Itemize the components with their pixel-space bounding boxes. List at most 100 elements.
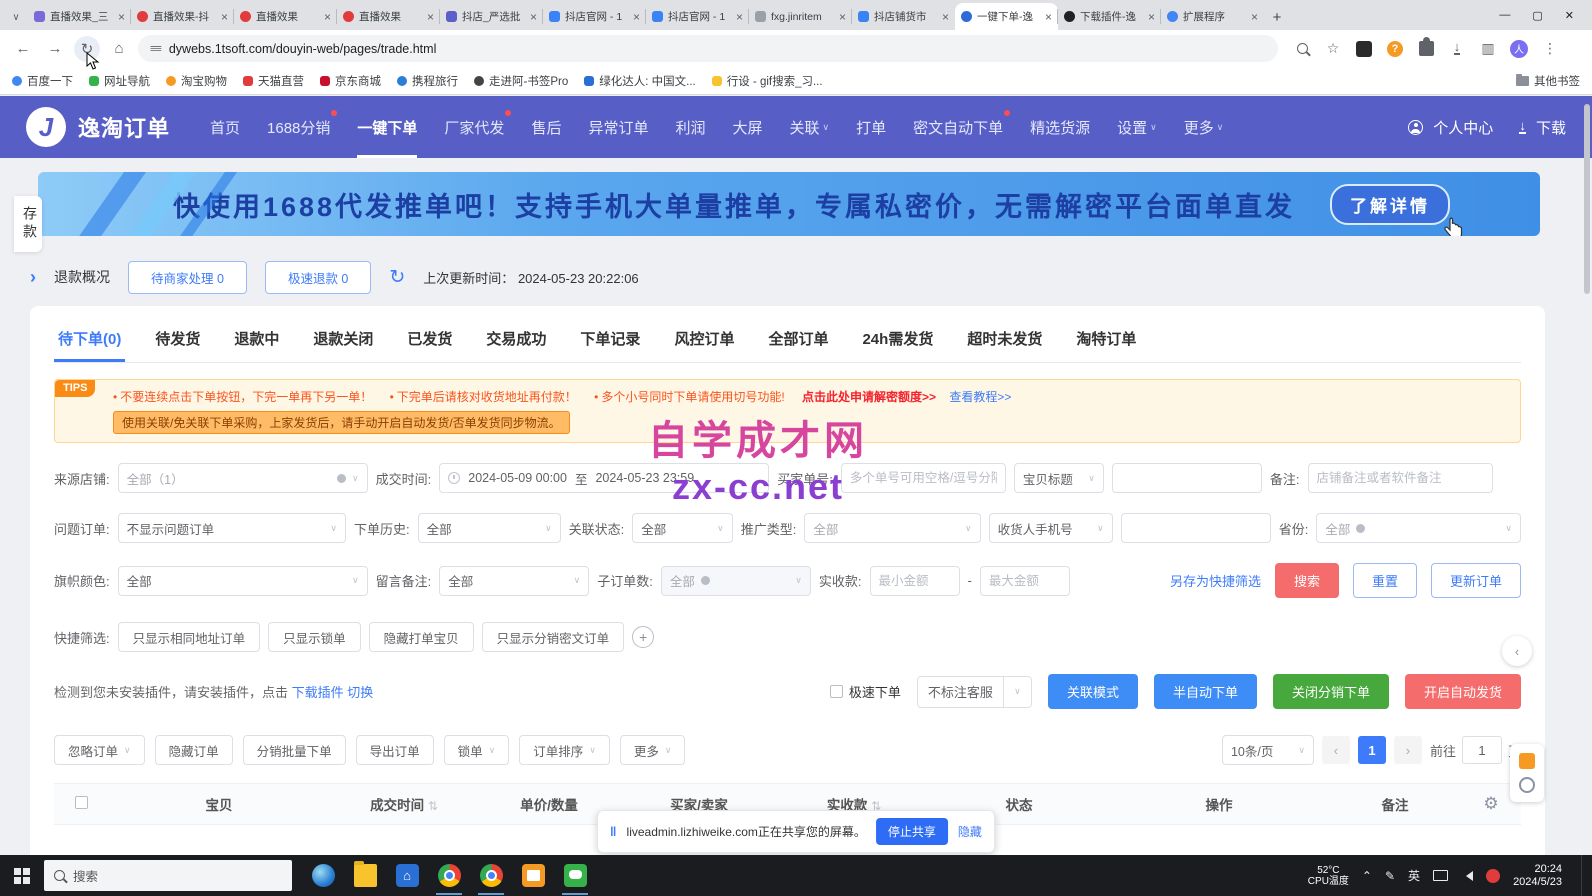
profile-avatar[interactable]: 人 <box>1509 39 1529 59</box>
taskbar-app-chrome-2[interactable] <box>470 855 512 896</box>
nav-item-bigscreen[interactable]: 大屏 <box>732 96 762 158</box>
taskbar-app-orange[interactable] <box>512 855 554 896</box>
status-tab-taote-orders[interactable]: 淘特订单 <box>1076 328 1136 362</box>
other-bookmarks-folder[interactable]: 其他书签 <box>1516 73 1580 89</box>
hide-order-button[interactable]: 隐藏订单 <box>155 735 233 765</box>
quick-filter-same-address[interactable]: 只显示相同地址订单 <box>118 622 261 652</box>
close-fenxiao-order-button[interactable]: 关闭分销下单 <box>1273 674 1389 709</box>
semi-auto-order-button[interactable]: 半自动下单 <box>1154 674 1257 709</box>
receiver-phone-input[interactable] <box>1121 513 1271 543</box>
nav-item-abnormal-orders[interactable]: 异常订单 <box>588 96 648 158</box>
expand-chevron-icon[interactable]: › <box>30 267 36 288</box>
browser-tab[interactable]: 抖店官网 - 1 × <box>646 3 749 30</box>
nav-item-1688-fenxiao[interactable]: 1688分销 <box>267 96 330 158</box>
order-sort-button[interactable]: 订单排序∨ <box>519 735 610 765</box>
tab-close-icon[interactable]: × <box>324 10 331 24</box>
browser-tab[interactable]: 直播效果-抖 × <box>131 3 234 30</box>
province-select[interactable]: 全部 ∨ <box>1316 513 1521 543</box>
hide-share-bar-link[interactable]: 隐藏 <box>958 823 982 840</box>
security-tray-icon[interactable] <box>1486 869 1500 883</box>
browser-menu-button[interactable]: ⋮ <box>1540 39 1560 59</box>
order-history-select[interactable]: 全部∨ <box>418 513 561 543</box>
tab-close-icon[interactable]: × <box>942 10 949 24</box>
amount-min-input[interactable] <box>870 566 960 596</box>
browser-tab[interactable]: 抖店铺货市 × <box>852 3 955 30</box>
status-tab-risk-orders[interactable]: 风控订单 <box>674 328 734 362</box>
bookmark-item[interactable]: 天猫直营 <box>243 73 304 89</box>
download-link[interactable]: ↓ 下载 <box>1519 96 1566 158</box>
tab-close-icon[interactable]: × <box>118 10 125 24</box>
search-button[interactable]: 搜索 <box>1275 563 1339 598</box>
bookmark-item[interactable]: 百度一下 <box>12 73 73 89</box>
stop-sharing-button[interactable]: 停止共享 <box>876 818 948 845</box>
bookmark-item[interactable]: 行设 - gif搜索_习... <box>712 73 823 89</box>
nav-item-profit[interactable]: 利润 <box>675 96 705 158</box>
status-tab-to-ship[interactable]: 待发货 <box>155 328 200 362</box>
volume-icon[interactable] <box>1461 871 1473 881</box>
tab-close-icon[interactable]: × <box>427 10 434 24</box>
forward-button[interactable]: → <box>42 36 68 62</box>
widget-top-icon[interactable] <box>1519 753 1535 769</box>
select-all-checkbox[interactable] <box>75 796 88 809</box>
bookmark-item[interactable]: 携程旅行 <box>397 73 458 89</box>
source-store-select[interactable]: 全部（1） ∨ <box>118 463 368 493</box>
pen-icon[interactable]: ✎ <box>1385 869 1395 883</box>
bookmark-item[interactable]: 走进阿-书签Pro <box>474 73 568 89</box>
prev-page-button[interactable]: ‹ <box>1322 736 1350 764</box>
start-button[interactable] <box>0 855 44 896</box>
back-button[interactable]: ← <box>10 36 36 62</box>
browser-tab[interactable]: 直播效果 × <box>234 3 337 30</box>
switch-plugin-link[interactable]: 切换 <box>347 685 373 700</box>
view-tutorial-link[interactable]: 查看教程>> <box>949 390 1011 404</box>
reset-button[interactable]: 重置 <box>1353 563 1417 598</box>
bookmark-star-button[interactable]: ☆ <box>1323 39 1343 59</box>
promo-banner[interactable]: 快使用1688代发推单吧！支持手机大单量推单，专属私密价，无需解密平台面单直发 … <box>38 172 1540 236</box>
fenxiao-batch-order-button[interactable]: 分销批量下单 <box>243 735 346 765</box>
taskbar-app-store[interactable] <box>386 855 428 896</box>
export-orders-button[interactable]: 导出订单 <box>356 735 434 765</box>
item-title-input[interactable] <box>1112 463 1262 493</box>
status-tab-24h-ship[interactable]: 24h需发货 <box>862 328 933 362</box>
hidden-icons-chevron[interactable]: ⌃ <box>1362 869 1372 883</box>
amount-max-input[interactable] <box>980 566 1070 596</box>
status-tab-pending-order[interactable]: 待下单(0) <box>58 328 121 362</box>
browser-tab[interactable]: 直播效果_三 × <box>28 3 131 30</box>
window-restore-button[interactable]: ▢ <box>1532 9 1542 22</box>
status-tab-overdue-unshipped[interactable]: 超时未发货 <box>967 328 1042 362</box>
home-button[interactable]: ⌂ <box>106 36 132 62</box>
tab-close-icon[interactable]: × <box>736 10 743 24</box>
nav-item-selected-supply[interactable]: 精选货源 <box>1030 96 1090 158</box>
tab-close-icon[interactable]: × <box>839 10 846 24</box>
relation-status-select[interactable]: 全部∨ <box>632 513 732 543</box>
browser-tab[interactable]: fxg.jinritem × <box>749 3 852 30</box>
collapse-panel-button[interactable]: ‹ <box>1502 636 1532 666</box>
promo-type-select[interactable]: 全部∨ <box>804 513 980 543</box>
tab-close-icon[interactable]: × <box>221 10 228 24</box>
status-tab-order-history[interactable]: 下单记录 <box>580 328 640 362</box>
status-tab-shipped[interactable]: 已发货 <box>407 328 452 362</box>
relation-mode-button[interactable]: 关联模式 <box>1048 674 1138 709</box>
show-desktop-button[interactable] <box>1581 855 1586 896</box>
tampermonkey-extension-icon[interactable] <box>1354 39 1374 59</box>
tab-close-icon[interactable]: × <box>530 10 537 24</box>
quick-filter-hide-printed[interactable]: 隐藏打单宝贝 <box>369 622 474 652</box>
tab-close-icon[interactable]: × <box>633 10 640 24</box>
side-tag-deposit[interactable]: 存款 <box>14 196 42 252</box>
flag-color-select[interactable]: 全部∨ <box>118 566 368 596</box>
message-remark-select[interactable]: 全部∨ <box>439 566 589 596</box>
browser-tab[interactable]: 下载插件-逸 × <box>1058 3 1161 30</box>
nav-item-home[interactable]: 首页 <box>210 96 240 158</box>
zoom-icon[interactable] <box>1292 39 1312 59</box>
nav-item-relation[interactable]: 关联∨ <box>790 96 830 158</box>
help-extension-icon[interactable]: ? <box>1385 39 1405 59</box>
deal-time-range-picker[interactable]: 2024-05-09 00:00 至 2024-05-23 23:59 <box>439 463 769 493</box>
sort-icon[interactable]: ⇅ <box>428 799 438 813</box>
status-tab-all-orders[interactable]: 全部订单 <box>768 328 828 362</box>
taskbar-clock[interactable]: 20:24 2024/5/23 <box>1513 863 1562 889</box>
next-page-button[interactable]: › <box>1394 736 1422 764</box>
taskbar-app-chrome[interactable] <box>428 855 470 896</box>
tab-close-icon[interactable]: × <box>1045 10 1052 24</box>
nav-item-more[interactable]: 更多∨ <box>1184 96 1224 158</box>
goto-page-input[interactable] <box>1462 736 1502 764</box>
browser-tab[interactable]: 直播效果 × <box>337 3 440 30</box>
